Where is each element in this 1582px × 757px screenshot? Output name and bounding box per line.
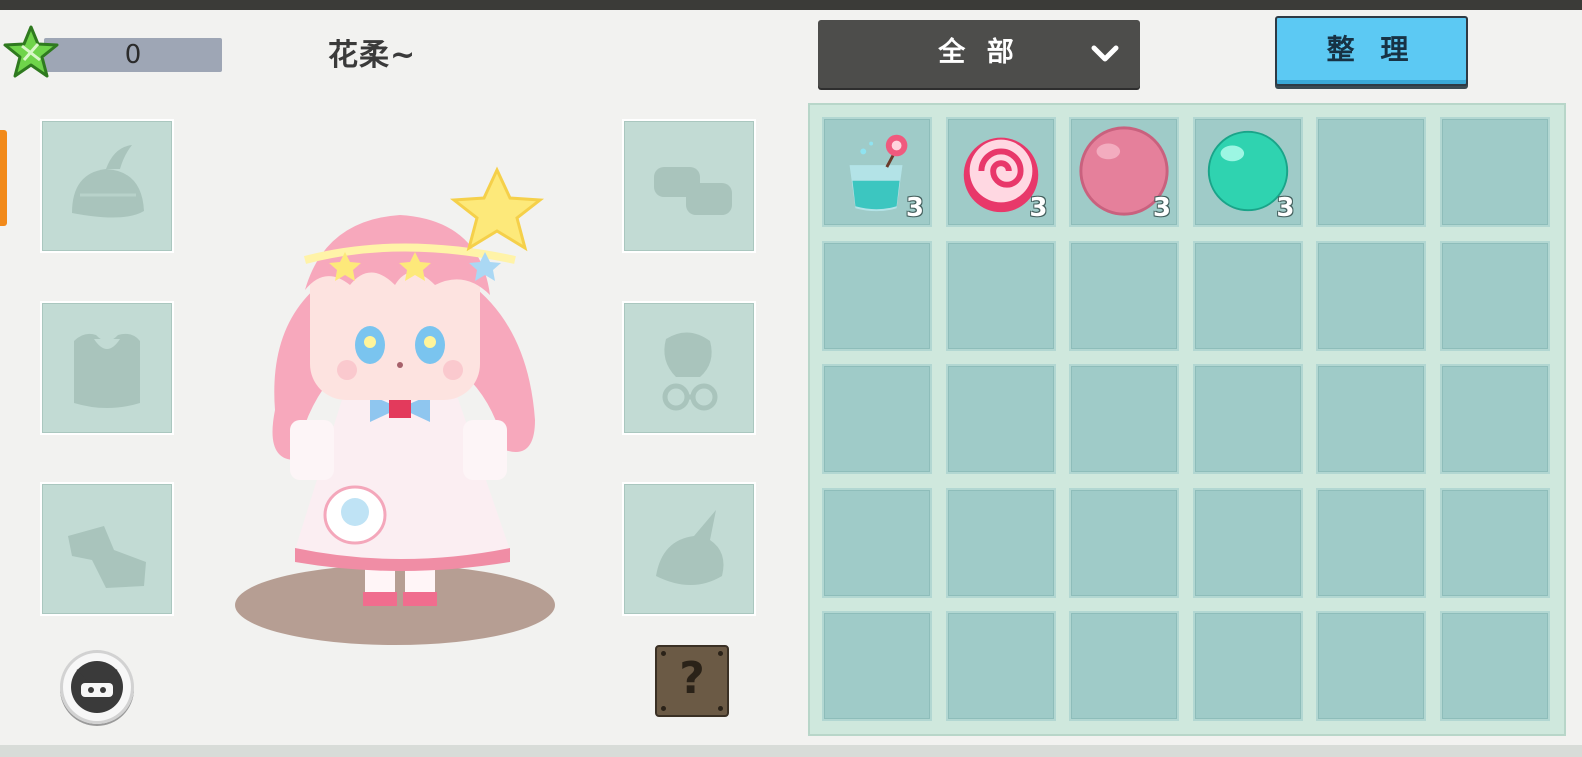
- boots-slot[interactable]: [40, 482, 174, 616]
- chest-armor-icon: [74, 333, 140, 408]
- bottom-edge: [0, 745, 1582, 757]
- inventory-cell[interactable]: [1316, 611, 1426, 721]
- inventory-cell[interactable]: [1316, 364, 1426, 474]
- item-quantity: 3: [1276, 193, 1295, 223]
- item-quantity: 3: [1152, 193, 1171, 223]
- sort-button[interactable]: 整 理: [1275, 16, 1468, 86]
- inventory-cell[interactable]: [1192, 240, 1303, 351]
- inventory-cell[interactable]: [945, 487, 1056, 598]
- inventory-cell[interactable]: [1069, 240, 1179, 351]
- dragon-head-icon: [656, 510, 724, 585]
- question-mark-icon: ?: [679, 653, 705, 704]
- inventory-cell[interactable]: [1439, 117, 1550, 227]
- mount-slot[interactable]: [622, 482, 756, 616]
- gloves-icon: [654, 167, 732, 215]
- inventory-cell[interactable]: 3: [822, 117, 932, 227]
- help-button[interactable]: ?: [655, 645, 729, 717]
- rivet: [661, 706, 666, 711]
- gloves-slot[interactable]: [622, 119, 756, 253]
- item-quantity: 3: [1029, 193, 1048, 223]
- glasses-accessory-icon: [662, 332, 718, 411]
- star-icon: [3, 25, 59, 78]
- pig-face-icon: [71, 661, 123, 713]
- inventory-cell[interactable]: [1192, 487, 1303, 598]
- inventory-cell[interactable]: [1192, 611, 1303, 721]
- rivet: [718, 706, 723, 711]
- inventory-cell[interactable]: [822, 487, 932, 598]
- side-tab[interactable]: [0, 130, 7, 226]
- inventory-grid: 3 3 3 3: [808, 103, 1566, 736]
- character-name: 花柔~: [328, 38, 417, 73]
- inventory-cell[interactable]: [1316, 240, 1426, 351]
- inventory-cell[interactable]: [1439, 611, 1550, 721]
- inventory-cell[interactable]: [945, 364, 1056, 474]
- inventory-cell[interactable]: [945, 240, 1056, 351]
- inventory-cell[interactable]: 3: [1069, 117, 1179, 227]
- inventory-cell[interactable]: [1069, 611, 1179, 721]
- inventory-cell[interactable]: [1439, 487, 1550, 598]
- inventory-cell[interactable]: [1069, 364, 1179, 474]
- boots-icon: [68, 526, 146, 588]
- accessory-slot[interactable]: [622, 301, 756, 435]
- star-counter: 0: [0, 24, 225, 80]
- inventory-cell[interactable]: [1439, 240, 1550, 351]
- armor-slot[interactable]: [40, 301, 174, 435]
- inventory-cell[interactable]: [945, 611, 1056, 721]
- item-quantity: 3: [905, 193, 924, 223]
- chevron-down-icon: [1091, 45, 1119, 62]
- sort-label: 整 理: [1326, 33, 1417, 66]
- character-illustration: [235, 166, 555, 645]
- inventory-cell[interactable]: [822, 240, 932, 351]
- avatar-button[interactable]: [60, 650, 134, 724]
- inventory-cell[interactable]: [1192, 364, 1303, 474]
- inventory-cell[interactable]: 3: [1192, 117, 1303, 227]
- inventory-cell[interactable]: [822, 364, 932, 474]
- inventory-cell[interactable]: 3: [945, 117, 1056, 227]
- inventory-cell[interactable]: [1316, 117, 1426, 227]
- character-preview[interactable]: [235, 160, 565, 650]
- helmet-icon: [72, 145, 144, 218]
- top-edge: [0, 0, 1582, 10]
- inventory-cell[interactable]: [1316, 487, 1426, 598]
- filter-dropdown[interactable]: 全 部: [818, 20, 1140, 88]
- inventory-cell[interactable]: [1069, 487, 1179, 598]
- inventory-cell[interactable]: [822, 611, 932, 721]
- star-count: 0: [124, 40, 142, 70]
- inventory-cell[interactable]: [1439, 364, 1550, 474]
- helmet-slot[interactable]: [40, 119, 174, 253]
